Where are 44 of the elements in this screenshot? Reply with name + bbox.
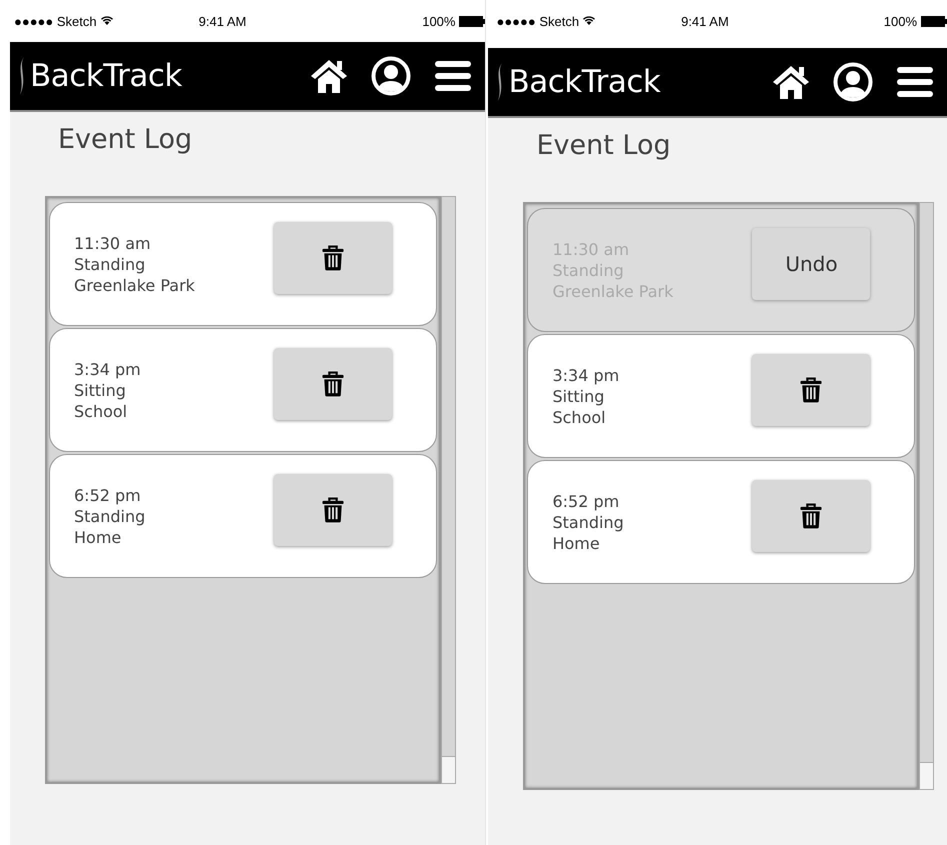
scrollbar[interactable] [919,202,934,790]
app-title: BackTrack [30,58,182,94]
carrier-label: ●●●●● Sketch [496,14,580,28]
event-activity: Standing [74,506,146,526]
app-title: BackTrack [508,64,660,100]
carrier-label: ●●●●● Sketch [14,14,97,28]
delete-button[interactable] [274,348,392,420]
event-time: 6:52 pm [552,490,620,512]
trash-icon [322,244,344,272]
battery-label: 100% [422,14,456,28]
trash-icon [800,502,822,530]
event-activity: Standing [552,512,625,532]
delete-button[interactable] [752,480,870,552]
battery-icon [921,16,947,26]
delete-button[interactable] [274,222,392,294]
event-location: School [74,400,128,422]
event-activity: Sitting [552,386,606,406]
user-icon[interactable] [833,62,873,102]
delete-button[interactable] [274,474,392,546]
event-time: 6:52 pm [74,484,142,506]
event-activity: Standing [74,254,146,274]
event-time: 11:30 am [74,232,152,254]
clock-label: 9:41 AM [198,14,246,28]
trash-icon [322,370,344,398]
battery-label: 100% [884,14,917,28]
battery-icon [459,16,486,26]
undo-button[interactable]: Undo [752,228,870,300]
delete-button[interactable] [752,354,870,426]
event-time: 3:34 pm [552,364,620,386]
event-location: School [552,406,607,428]
trash-icon [800,376,822,404]
event-location: Greenlake Park [74,274,196,296]
wifi-icon [583,16,596,26]
event-time: 3:34 pm [74,358,142,380]
clock-label: 9:41 AM [681,14,729,28]
trash-icon [322,496,344,524]
scrollbar[interactable] [441,196,456,784]
event-location: Home [552,532,601,554]
event-activity: Sitting [74,380,127,400]
wifi-icon [100,16,113,26]
page-title: Event Log [57,123,194,157]
user-icon[interactable] [371,56,412,96]
page-title: Event Log [535,129,672,163]
event-location: Home [74,526,122,548]
